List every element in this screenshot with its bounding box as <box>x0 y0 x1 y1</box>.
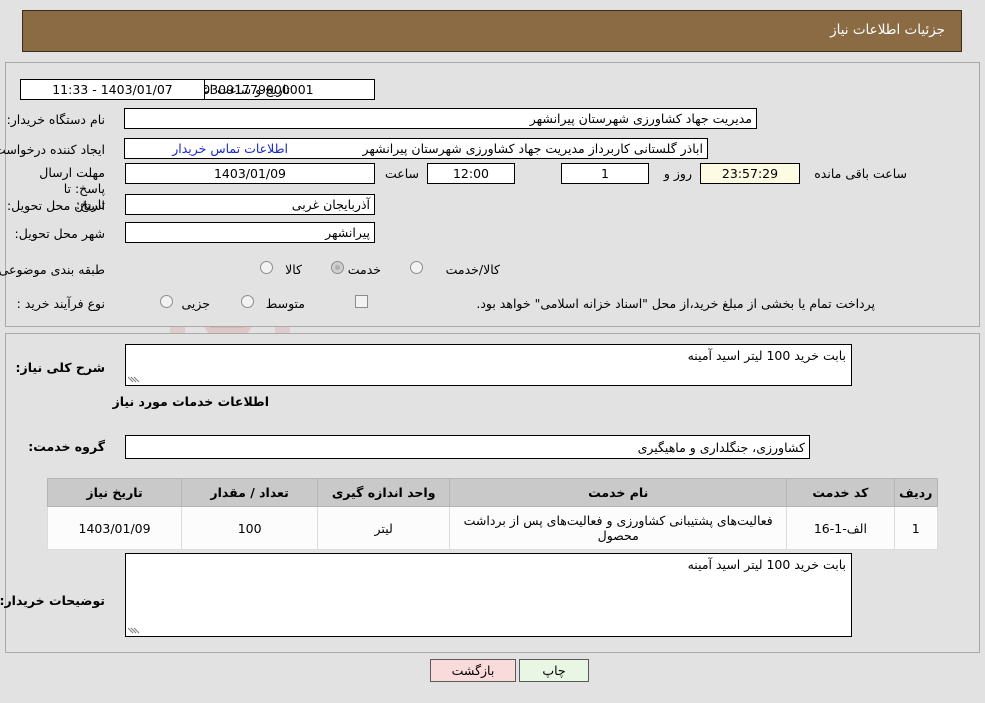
treasury-bond-checkbox[interactable] <box>355 295 368 308</box>
general-desc-label: شرح کلی نیاز: <box>15 360 105 375</box>
service-group-value: کشاورزی، جنگلداری و ماهیگیری <box>125 435 810 459</box>
deadline-date-value: 1403/01/09 <box>125 163 375 184</box>
table-header-name: نام خدمت <box>449 478 788 507</box>
requester-label: ایجاد کننده درخواست: <box>0 142 105 157</box>
remaining-days-label: روز و <box>663 166 692 181</box>
radio-category-goods-service-label: کالا/خدمت <box>445 262 500 277</box>
buyer-contact-link[interactable]: اطلاعات تماس خریدار <box>172 141 288 156</box>
table-header-radif: ردیف <box>893 478 938 507</box>
page-root: AnaTender.net جزئیات اطلاعات نیاز شماره … <box>0 0 985 703</box>
category-label: طبقه بندی موضوعی: <box>0 262 105 277</box>
table-header-date: تاریخ نیاز <box>46 478 183 507</box>
services-section-title: اطلاعات خدمات مورد نیاز <box>112 394 270 409</box>
buyer-org-label: نام دستگاه خریدار: <box>6 112 105 127</box>
table-row: 1 الف-1-16 فعالیت‌های پشتیبانی کشاورزی و… <box>46 506 938 550</box>
table-header-unit: واحد اندازه گیری <box>317 478 451 507</box>
cell-qty: 100 <box>181 506 319 550</box>
remaining-time-label: ساعت باقی مانده <box>814 166 907 181</box>
general-desc-textarea[interactable]: بابت خرید 100 لیتر اسید آمینه <box>125 344 852 386</box>
general-desc-value: بابت خرید 100 لیتر اسید آمینه <box>687 348 846 363</box>
buyer-notes-label: توضیحات خریدار: <box>0 593 105 608</box>
process-type-label: نوع فرآیند خرید : <box>16 296 105 311</box>
cell-name: فعالیت‌های پشتیبانی کشاورزی و فعالیت‌های… <box>449 506 788 550</box>
table-header-qty: تعداد / مقدار <box>181 478 319 507</box>
services-table: ردیف کد خدمت نام خدمت واحد اندازه گیری ت… <box>46 478 938 550</box>
cell-radif: 1 <box>893 506 938 550</box>
radio-process-minor[interactable] <box>160 295 173 308</box>
province-value: آذربایجان غربی <box>125 194 375 215</box>
radio-category-goods-service[interactable] <box>410 261 423 274</box>
radio-process-minor-label: جزیی <box>181 296 210 311</box>
cell-code: الف-1-16 <box>786 506 895 550</box>
page-title: جزئیات اطلاعات نیاز <box>830 22 945 38</box>
city-value: پیرانشهر <box>125 222 375 243</box>
cell-date: 1403/01/09 <box>46 506 183 550</box>
treasury-bond-note: پرداخت تمام یا بخشی از مبلغ خرید،از محل … <box>476 296 875 311</box>
radio-category-goods[interactable] <box>260 261 273 274</box>
radio-category-service-label: خدمت <box>347 262 381 277</box>
window-title-bar: جزئیات اطلاعات نیاز <box>22 10 962 52</box>
province-label: استان محل تحویل: <box>6 198 105 213</box>
buyer-notes-textarea[interactable]: بابت خرید 100 لیتر اسید آمینه <box>125 553 852 637</box>
back-button[interactable]: بازگشت <box>430 659 516 682</box>
remaining-time-value: 23:57:29 <box>700 163 800 184</box>
service-group-label: گروه خدمت: <box>28 439 105 454</box>
remaining-days-value: 1 <box>561 163 649 184</box>
deadline-hour-value: 12:00 <box>427 163 515 184</box>
resize-grip-icon[interactable] <box>127 372 140 384</box>
buyer-org-value: مدیریت جهاد کشاورزی شهرستان پیرانشهر <box>124 108 757 129</box>
print-button[interactable]: چاپ <box>519 659 589 682</box>
table-header-code: کد خدمت <box>786 478 895 507</box>
cell-unit: لیتر <box>317 506 451 550</box>
resize-grip-icon-2[interactable] <box>127 623 140 635</box>
city-label: شهر محل تحویل: <box>14 226 105 241</box>
radio-process-medium[interactable] <box>241 295 254 308</box>
buyer-notes-value: بابت خرید 100 لیتر اسید آمینه <box>687 557 846 572</box>
radio-category-service[interactable] <box>331 261 344 274</box>
table-header-row: ردیف کد خدمت نام خدمت واحد اندازه گیری ت… <box>46 478 938 507</box>
announce-datetime-value: 1403/01/07 - 11:33 <box>20 79 205 100</box>
radio-process-medium-label: متوسط <box>265 296 305 311</box>
radio-category-goods-label: کالا <box>285 262 302 277</box>
deadline-hour-label: ساعت <box>384 166 419 181</box>
